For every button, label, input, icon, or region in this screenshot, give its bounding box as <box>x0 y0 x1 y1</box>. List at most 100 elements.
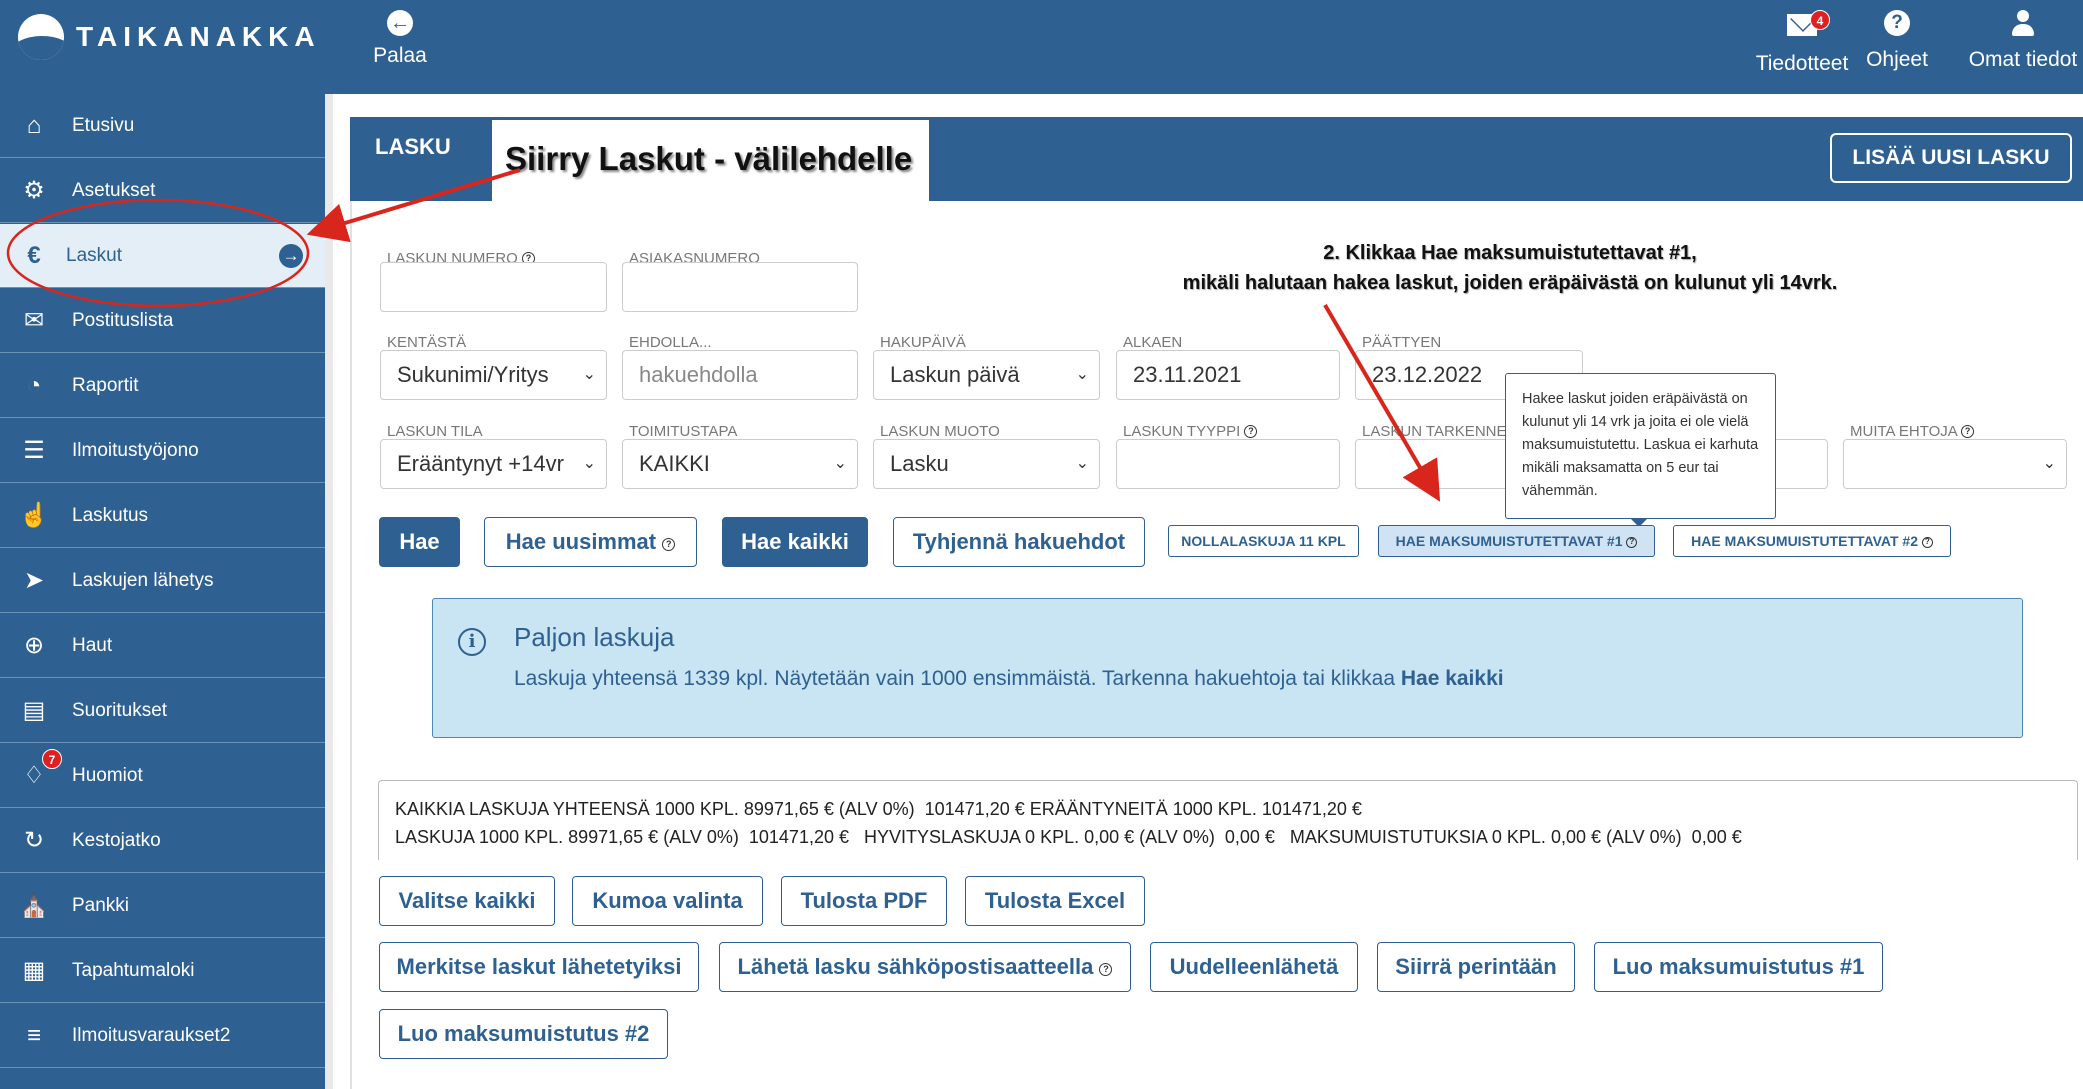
siirra-perintaan-button[interactable]: Siirrä perintään <box>1377 942 1575 992</box>
info-icon: i <box>458 628 486 656</box>
sidebar-item-label: Ilmoitusvaraukset2 <box>72 1024 231 1046</box>
sidebar-item-postituslista[interactable]: ✉ Postituslista <box>0 289 325 353</box>
luo-maksumuistutus-1-button[interactable]: Luo maksumuistutus #1 <box>1594 942 1883 992</box>
question-circle-icon: ? <box>1884 10 1910 36</box>
help-icon[interactable]: ? <box>1961 425 1975 438</box>
chevron-down-icon: ⌄ <box>1075 366 1089 383</box>
thumbs-up-icon: ☝ <box>19 502 49 529</box>
hae-uusimmat-button[interactable]: Hae uusimmat ? <box>484 517 697 567</box>
sidebar-item-label: Postituslista <box>72 309 174 331</box>
logo[interactable]: TAIKANAKKA <box>18 14 321 60</box>
kumoa-valinta-button[interactable]: Kumoa valinta <box>572 876 763 926</box>
sidebar-item-label: Tapahtumaloki <box>72 959 195 981</box>
hae-kaikki-button[interactable]: Hae kaikki <box>722 517 868 567</box>
help-button[interactable]: ? Ohjeet <box>1862 10 1932 72</box>
sidebar-item-laskutus[interactable]: ☝ Laskutus <box>0 484 325 548</box>
laskun-numero-input[interactable] <box>380 262 607 312</box>
toimitustapa-label: TOIMITUSTAPA <box>629 423 738 440</box>
sidebar-item-ilmoitustyojono[interactable]: ☰ Ilmoitustyöjono <box>0 419 325 483</box>
uudelleenlaheta-button[interactable]: Uudelleenlähetä <box>1150 942 1358 992</box>
alkaen-label: ALKAEN <box>1123 334 1183 351</box>
sidebar-item-label: Laskut <box>66 244 122 266</box>
sidebar-item-label: Laskujen lähetys <box>72 569 214 591</box>
help-icon: ? <box>1099 963 1113 976</box>
ehdolla-label: EHDOLLA... <box>629 334 712 351</box>
tab-lasku[interactable]: LASKU <box>375 134 451 160</box>
sidebar-item-laskujen-lahetys[interactable]: ➤ Laskujen lähetys <box>0 549 325 613</box>
sidebar-item-ilmoitusvaraukset2[interactable]: ≡ Ilmoitusvaraukset2 <box>0 1004 325 1068</box>
maksumuistutettavat-tooltip: Hakee laskut joiden eräpäivästä on kulun… <box>1505 373 1776 527</box>
sidebar-item-label: Kestojatko <box>72 829 161 851</box>
sidebar-item-suoritukset[interactable]: ▤ Suoritukset <box>0 679 325 743</box>
hae-button[interactable]: Hae <box>379 517 460 567</box>
sidebar-item-huomiot[interactable]: ♢ 7 Huomiot <box>0 744 325 808</box>
logo-mark-icon <box>18 14 64 60</box>
sidebar-item-label: Ilmoitustyöjono <box>72 439 199 461</box>
arrow-left-icon: ← <box>387 10 413 36</box>
summary-line-2: LASKUJA 1000 KPL. 89971,65 € (ALV 0%) 10… <box>395 827 1742 847</box>
chevron-down-icon: ⌄ <box>582 366 596 383</box>
laskun-tyyppi-input[interactable] <box>1116 439 1340 489</box>
account-button[interactable]: Omat tiedot <box>1968 10 2078 72</box>
bell-icon: ♢ 7 <box>16 749 62 790</box>
tulosta-excel-button[interactable]: Tulosta Excel <box>965 876 1145 926</box>
luo-maksumuistutus-2-button[interactable]: Luo maksumuistutus #2 <box>379 1009 668 1059</box>
chevron-down-icon: ⌄ <box>2042 455 2056 472</box>
sidebar-item-tapahtumaloki[interactable]: ▦ Tapahtumaloki <box>0 939 325 1003</box>
sidebar-item-label: Pankki <box>72 894 130 916</box>
sidebar-divider <box>325 94 333 1089</box>
home-icon: ⌂ <box>26 111 42 139</box>
annotation-2-line2: mikäli halutaan hakea laskut, joiden erä… <box>1182 272 1838 294</box>
euro-icon: € <box>27 241 41 269</box>
sidebar-item-label: Suoritukset <box>72 699 168 721</box>
asiakasnumero-input[interactable] <box>622 262 858 312</box>
paattyen-label: PÄÄTTYEN <box>1362 334 1442 351</box>
sidebar-item-pankki[interactable]: ⛪ Pankki <box>0 874 325 938</box>
nollalaskuja-button[interactable]: NOLLALASKUJA 11 KPL <box>1168 525 1359 557</box>
add-invoice-button[interactable]: LISÄÄ UUSI LASKU <box>1830 133 2072 183</box>
grid-icon: ▦ <box>22 957 46 984</box>
arrow-right-circle-icon: → <box>279 243 303 268</box>
help-icon: ? <box>1921 537 1933 548</box>
summary-box: KAIKKIA LASKUJA YHTEENSÄ 1000 KPL. 89971… <box>378 780 2078 860</box>
sidebar-item-label: Haut <box>72 634 113 656</box>
kentasta-select[interactable]: Sukunimi/Yritys ⌄ <box>380 350 607 400</box>
sidebar-item-etusivu[interactable]: ⌂ Etusivu <box>0 94 325 158</box>
annotation-2-line1: 2. Klikkaa Hae maksumuistutettavat #1, <box>1323 242 1697 264</box>
tyhjenna-hakuehdot-button[interactable]: Tyhjennä hakuehdot <box>893 517 1145 567</box>
laskun-muoto-select[interactable]: Lasku ⌄ <box>873 439 1100 489</box>
search-plus-icon: ⊕ <box>23 632 45 659</box>
hae-maksumuistutettavat-2-button[interactable]: HAE MAKSUMUISTUTETTAVAT #2 ? <box>1673 525 1951 557</box>
merkitse-lahetetyiksi-button[interactable]: Merkitse laskut lähetetyiksi <box>379 942 699 992</box>
account-label: Omat tiedot <box>1968 48 2078 71</box>
back-button[interactable]: ← Palaa <box>365 10 435 68</box>
annotation-callout-1: Siirry Laskut - välilehdelle <box>505 140 913 177</box>
sidebar-item-label: Etusivu <box>72 114 135 136</box>
sidebar-item-haut[interactable]: ⊕ Haut <box>0 614 325 678</box>
sidebar-item-raportit[interactable]: ◔ Raportit <box>0 354 325 418</box>
book-icon: ▤ <box>22 697 46 724</box>
hae-maksumuistutettavat-1-button[interactable]: HAE MAKSUMUISTUTETTAVAT #1 ? <box>1378 525 1655 557</box>
ehdolla-input[interactable]: hakuehdolla <box>622 350 858 400</box>
help-icon[interactable]: ? <box>1244 425 1258 438</box>
sidebar-item-asetukset[interactable]: ⚙ Asetukset <box>0 159 325 223</box>
sidebar-item-laskut[interactable]: € Laskut → <box>0 224 325 288</box>
sidebar-item-label: Asetukset <box>72 179 156 201</box>
muita-ehtoja-select[interactable]: ⌄ <box>1843 439 2067 489</box>
pie-chart-icon: ◔ <box>26 371 42 399</box>
sidebar-item-kestojatko[interactable]: ↻ Kestojatko <box>0 809 325 873</box>
notifications-label: Tiedotteet <box>1755 52 1849 75</box>
alkaen-date-input[interactable]: 23.11.2021 <box>1116 350 1340 400</box>
laheta-sahkopostisaatteella-button[interactable]: Lähetä lasku sähköpostisaatteella ? <box>719 942 1131 992</box>
list-alt-icon: ≡ <box>26 1021 41 1049</box>
tulosta-pdf-button[interactable]: Tulosta PDF <box>781 876 947 926</box>
valitse-kaikki-button[interactable]: Valitse kaikki <box>379 876 555 926</box>
panel-border <box>350 201 352 1089</box>
notifications-button[interactable]: 4 Tiedotteet <box>1752 10 1852 76</box>
toimitustapa-select[interactable]: KAIKKI ⌄ <box>622 439 858 489</box>
hakupaiva-select[interactable]: Laskun päivä ⌄ <box>873 350 1100 400</box>
back-label: Palaa <box>373 44 427 67</box>
laskun-tila-select[interactable]: Erääntynyt +14vr ⌄ <box>380 439 607 489</box>
sidebar-item-label: Huomiot <box>72 764 143 786</box>
info-hae-kaikki-link[interactable]: Hae kaikki <box>1401 667 1504 690</box>
